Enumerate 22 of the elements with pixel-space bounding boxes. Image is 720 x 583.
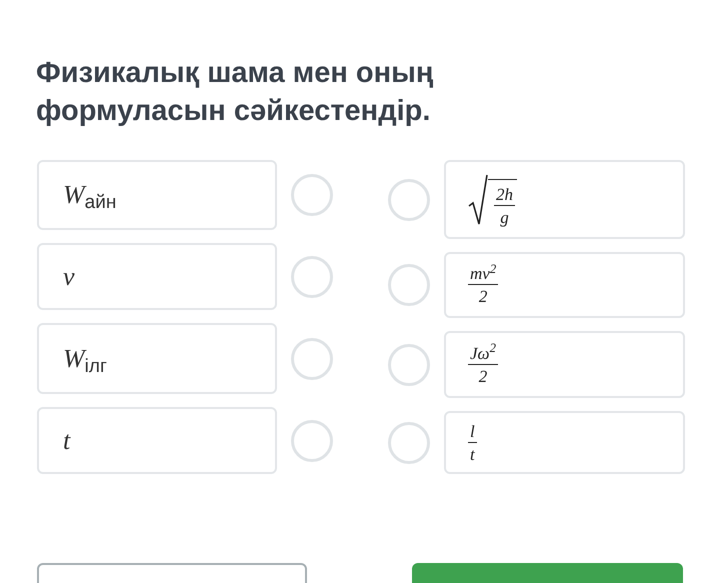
formula-card[interactable]: 2h g <box>444 160 685 239</box>
radio-button[interactable] <box>388 264 430 306</box>
quantity-card[interactable]: t <box>37 407 277 474</box>
quantity-card[interactable]: v <box>37 243 277 310</box>
quantity-symbol: v <box>63 264 75 290</box>
radio-button[interactable] <box>388 178 430 220</box>
radical-sign-icon <box>468 174 488 226</box>
formula: l t <box>468 422 477 462</box>
formula: 2h g <box>468 174 517 226</box>
radio-button[interactable] <box>291 256 333 298</box>
radio-button[interactable] <box>388 422 430 464</box>
quantity-symbol: t <box>63 428 70 454</box>
radio-button[interactable] <box>291 338 333 380</box>
question-title: Физикалық шама мен оның формуласын сәйкестендір. <box>36 56 434 129</box>
formula-card[interactable]: l t <box>444 411 685 474</box>
radio-button[interactable] <box>291 174 333 216</box>
formula: Jω$^{2}$ 2 <box>468 344 498 384</box>
formula-card[interactable]: Jω$^{2}$ 2 <box>444 331 685 398</box>
radio-button[interactable] <box>291 420 333 462</box>
formula-card[interactable]: mv$^{2}$ 2 <box>444 252 685 318</box>
radio-button[interactable] <box>388 344 430 386</box>
formula: mv$^{2}$ 2 <box>468 265 498 305</box>
